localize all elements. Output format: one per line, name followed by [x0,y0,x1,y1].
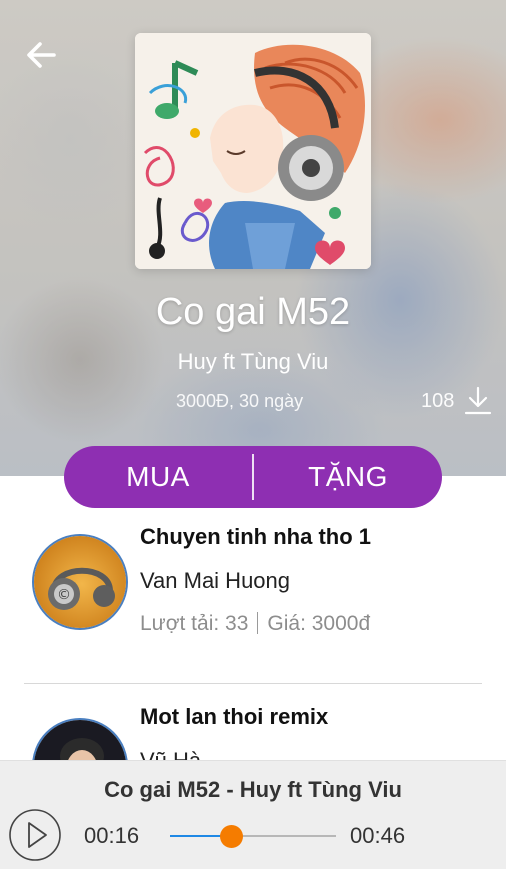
back-button[interactable] [24,38,58,72]
mini-player: Co gai M52 - Huy ft Tùng Viu 00:16 00:46 [0,760,506,869]
back-arrow-icon [27,42,56,68]
singer-thumbnail-art [34,720,126,760]
song-thumbnail: © [32,534,128,630]
download-icon [464,386,492,415]
related-song-list: © Chuyen tinh nha tho 1 Van Mai Huong Lư… [0,508,506,760]
gift-button[interactable]: TẶNG [254,446,442,508]
song-name: Chuyen tinh nha tho 1 [140,524,371,549]
song-name: Mot lan thoi remix [140,704,329,729]
seek-thumb[interactable] [220,825,244,848]
album-cover [135,33,371,269]
svg-text:©: © [57,587,71,603]
song-price-info: 3000Đ, 30 ngày [176,391,304,411]
song-artist-name: Van Mai Huong [140,568,291,593]
seek-slider[interactable] [170,825,336,848]
buy-gift-bar: MUA TẶNG [64,446,442,508]
album-cover-art [135,33,371,269]
buy-button[interactable]: MUA [64,446,252,508]
download-count: 108 [421,390,455,412]
list-item[interactable]: © Chuyen tinh nha tho 1 Van Mai Huong Lư… [0,508,506,656]
song-thumbnail [32,718,128,760]
play-button[interactable] [8,808,62,862]
play-icon [9,809,61,861]
price-stat: Giá: 3000đ [267,612,371,635]
song-artist-name: Vũ Hà [140,748,201,760]
song-title: Co gai M52 [155,291,351,333]
now-playing-title: Co gai M52 - Huy ft Tùng Viu [104,777,402,802]
headphones-thumbnail-art: © [34,536,126,628]
song-artist: Huy ft Tùng Viu [177,349,329,374]
download-button[interactable] [463,385,493,417]
song-hero: Co gai M52 Huy ft Tùng Viu 3000Đ, 30 ngà… [0,0,506,476]
current-time: 00:16 [84,823,140,848]
meta-separator [257,612,259,634]
song-meta: Lượt tải: 33 Giá: 3000đ [140,612,370,636]
download-stat: Lượt tải: 33 [140,612,249,635]
list-item[interactable]: Mot lan thoi remix Vũ Hà [0,684,506,760]
total-time: 00:46 [350,823,406,848]
